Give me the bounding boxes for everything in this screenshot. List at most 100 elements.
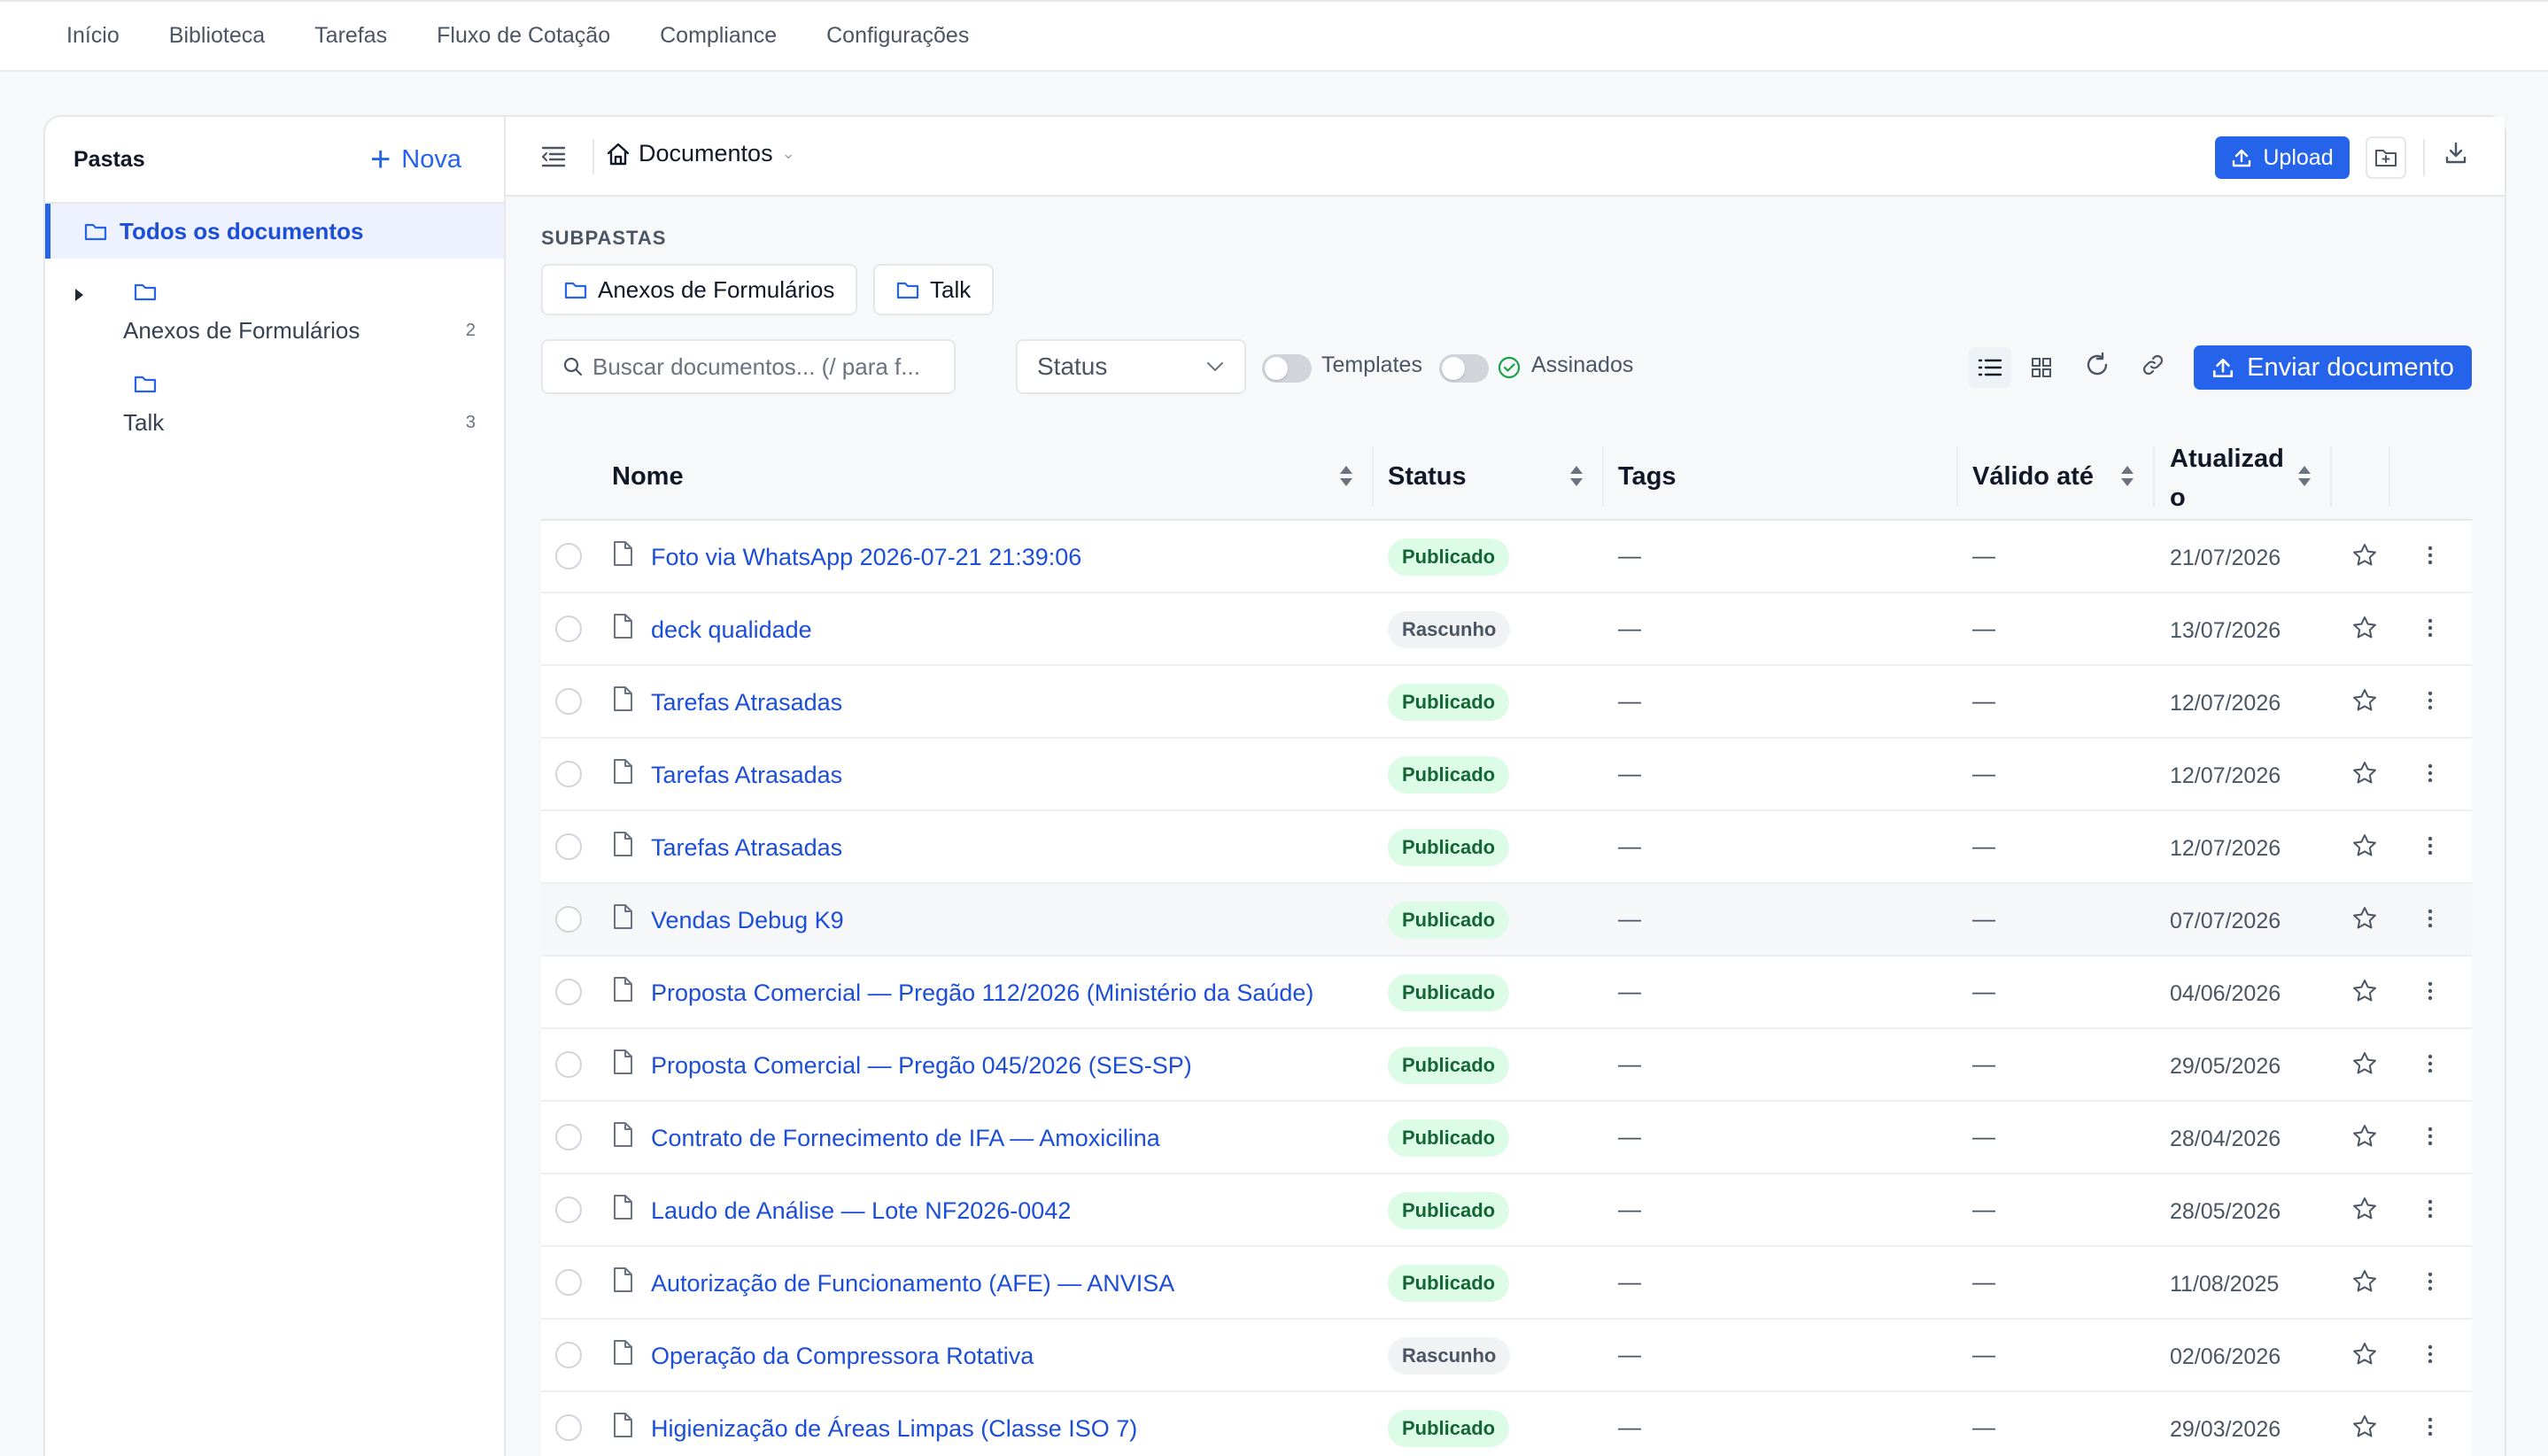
star-icon[interactable] (2351, 905, 2378, 936)
star-icon[interactable] (2351, 1196, 2378, 1227)
row-select-checkbox[interactable] (555, 616, 582, 642)
row-select-checkbox[interactable] (555, 1197, 582, 1223)
document-name-link[interactable]: Autorização de Funcionamento (AFE) — ANV… (651, 1270, 1174, 1297)
row-select-checkbox[interactable] (555, 1124, 582, 1150)
sidebar-item-all-documents[interactable]: Todos os documentos (45, 204, 504, 259)
document-name-link[interactable]: Higienização de Áreas Limpas (Classe ISO… (651, 1415, 1137, 1443)
send-document-button[interactable]: Enviar documento (2194, 345, 2472, 390)
star-icon[interactable] (2351, 1050, 2378, 1081)
document-name-link[interactable]: Contrato de Fornecimento de IFA — Amoxic… (651, 1125, 1160, 1152)
search-input[interactable]: Buscar documentos... (/ para f... (541, 339, 956, 394)
table-row[interactable]: Higienização de Áreas Limpas (Classe ISO… (541, 1392, 2472, 1456)
row-select-checkbox[interactable] (555, 833, 582, 860)
new-folder-button[interactable]: + Nova (370, 142, 461, 177)
link-icon[interactable] (2141, 352, 2165, 377)
star-icon[interactable] (2351, 1341, 2378, 1372)
document-name-link[interactable]: Tarefas Atrasadas (651, 762, 842, 789)
table-row[interactable]: Vendas Debug K9 Publicado — — 07/07/2026 (541, 884, 2472, 956)
table-row[interactable]: Tarefas Atrasadas Publicado — — 12/07/2026 (541, 739, 2472, 811)
nav-configuracoes[interactable]: Configurações (826, 23, 969, 49)
table-row[interactable]: Tarefas Atrasadas Publicado — — 12/07/2026 (541, 666, 2472, 739)
document-name-link[interactable]: Proposta Comercial — Pregão 045/2026 (SE… (651, 1052, 1192, 1080)
star-icon[interactable] (2351, 978, 2378, 1009)
sort-valid-icon[interactable] (2121, 466, 2134, 489)
nav-compliance[interactable]: Compliance (660, 23, 777, 49)
more-options-icon[interactable] (2426, 978, 2435, 1009)
row-select-checkbox[interactable] (555, 906, 582, 933)
table-row[interactable]: Proposta Comercial — Pregão 112/2026 (Mi… (541, 956, 2472, 1029)
row-select-checkbox[interactable] (555, 761, 582, 787)
sort-updated-icon[interactable] (2298, 466, 2311, 489)
document-name-link[interactable]: Proposta Comercial — Pregão 112/2026 (Mi… (651, 980, 1313, 1007)
subfolder-chip-anexos[interactable]: Anexos de Formulários (541, 264, 858, 315)
sort-name-icon[interactable] (1340, 466, 1352, 489)
more-options-icon[interactable] (2426, 1341, 2435, 1372)
nav-biblioteca[interactable]: Biblioteca (169, 23, 265, 49)
column-header-updated[interactable]: Atualizad (2170, 445, 2284, 474)
breadcrumb[interactable]: Documentos ⌄ (605, 140, 795, 167)
star-icon[interactable] (2351, 1268, 2378, 1299)
refresh-icon[interactable] (2084, 352, 2110, 378)
sort-status-icon[interactable] (1570, 466, 1583, 489)
table-row[interactable]: Laudo de Análise — Lote NF2026-0042 Publi… (541, 1174, 2472, 1247)
document-name-link[interactable]: Tarefas Atrasadas (651, 834, 842, 862)
column-header-status[interactable]: Status (1388, 462, 1467, 492)
row-select-checkbox[interactable] (555, 1342, 582, 1368)
more-options-icon[interactable] (2426, 1413, 2435, 1444)
sidebar-folder-anexos[interactable]: Anexos de Formulários 2 (45, 269, 504, 361)
signed-toggle[interactable] (1439, 354, 1489, 383)
document-name-link[interactable]: Laudo de Análise — Lote NF2026-0042 (651, 1197, 1071, 1225)
more-options-icon[interactable] (2426, 1268, 2435, 1299)
row-select-checkbox[interactable] (555, 688, 582, 715)
table-row[interactable]: Autorização de Funcionamento (AFE) — ANV… (541, 1247, 2472, 1320)
star-icon[interactable] (2351, 542, 2378, 573)
list-view-button[interactable] (1969, 347, 2011, 388)
collapse-sidebar-icon[interactable] (541, 145, 566, 168)
row-select-checkbox[interactable] (555, 1414, 582, 1441)
more-options-icon[interactable] (2426, 905, 2435, 936)
download-icon[interactable] (2443, 140, 2468, 165)
column-header-name[interactable]: Nome (612, 462, 684, 492)
nav-inicio[interactable]: Início (66, 23, 120, 49)
more-options-icon[interactable] (2426, 833, 2435, 864)
more-options-icon[interactable] (2426, 1196, 2435, 1227)
more-options-icon[interactable] (2426, 1123, 2435, 1154)
more-options-icon[interactable] (2426, 687, 2435, 718)
table-row[interactable]: Proposta Comercial — Pregão 045/2026 (SE… (541, 1029, 2472, 1102)
table-row[interactable]: Tarefas Atrasadas Publicado — — 12/07/2026 (541, 811, 2472, 884)
star-icon[interactable] (2351, 760, 2378, 791)
sidebar-folder-talk[interactable]: Talk 3 (45, 361, 504, 453)
grid-view-button[interactable] (2020, 347, 2063, 388)
table-row[interactable]: deck qualidade Rascunho — — 13/07/2026 (541, 593, 2472, 666)
star-icon[interactable] (2351, 615, 2378, 646)
row-select-checkbox[interactable] (555, 979, 582, 1005)
subfolder-chip-talk[interactable]: Talk (873, 264, 995, 315)
table-row[interactable]: Operação da Compressora Rotativa Rascunho… (541, 1320, 2472, 1392)
more-options-icon[interactable] (2426, 1050, 2435, 1081)
star-icon[interactable] (2351, 1123, 2378, 1154)
document-name-link[interactable]: Foto via WhatsApp 2026-07-21 21:39:06 (651, 544, 1081, 571)
new-folder-icon-button[interactable] (2366, 136, 2406, 179)
star-icon[interactable] (2351, 1413, 2378, 1444)
document-name-link[interactable]: deck qualidade (651, 616, 812, 644)
nav-fluxo-cotacao[interactable]: Fluxo de Cotação (437, 23, 610, 49)
table-row[interactable]: Foto via WhatsApp 2026-07-21 21:39:06 Pub… (541, 521, 2472, 593)
more-options-icon[interactable] (2426, 760, 2435, 791)
nav-tarefas[interactable]: Tarefas (314, 23, 387, 49)
expand-caret-icon[interactable] (75, 289, 83, 301)
table-row[interactable]: Contrato de Fornecimento de IFA — Amoxic… (541, 1102, 2472, 1174)
document-name-link[interactable]: Tarefas Atrasadas (651, 689, 842, 716)
row-select-checkbox[interactable] (555, 543, 582, 569)
upload-button[interactable]: Upload (2215, 136, 2350, 179)
document-name-link[interactable]: Operação da Compressora Rotativa (651, 1343, 1034, 1370)
star-icon[interactable] (2351, 687, 2378, 718)
row-select-checkbox[interactable] (555, 1269, 582, 1296)
document-name-link[interactable]: Vendas Debug K9 (651, 907, 844, 934)
status-filter-select[interactable]: Status (1016, 339, 1246, 394)
row-select-checkbox[interactable] (555, 1051, 582, 1078)
star-icon[interactable] (2351, 833, 2378, 864)
templates-toggle[interactable] (1262, 354, 1312, 383)
more-options-icon[interactable] (2426, 615, 2435, 646)
column-header-valid-until[interactable]: Válido até (1972, 462, 2094, 492)
more-options-icon[interactable] (2426, 542, 2435, 573)
